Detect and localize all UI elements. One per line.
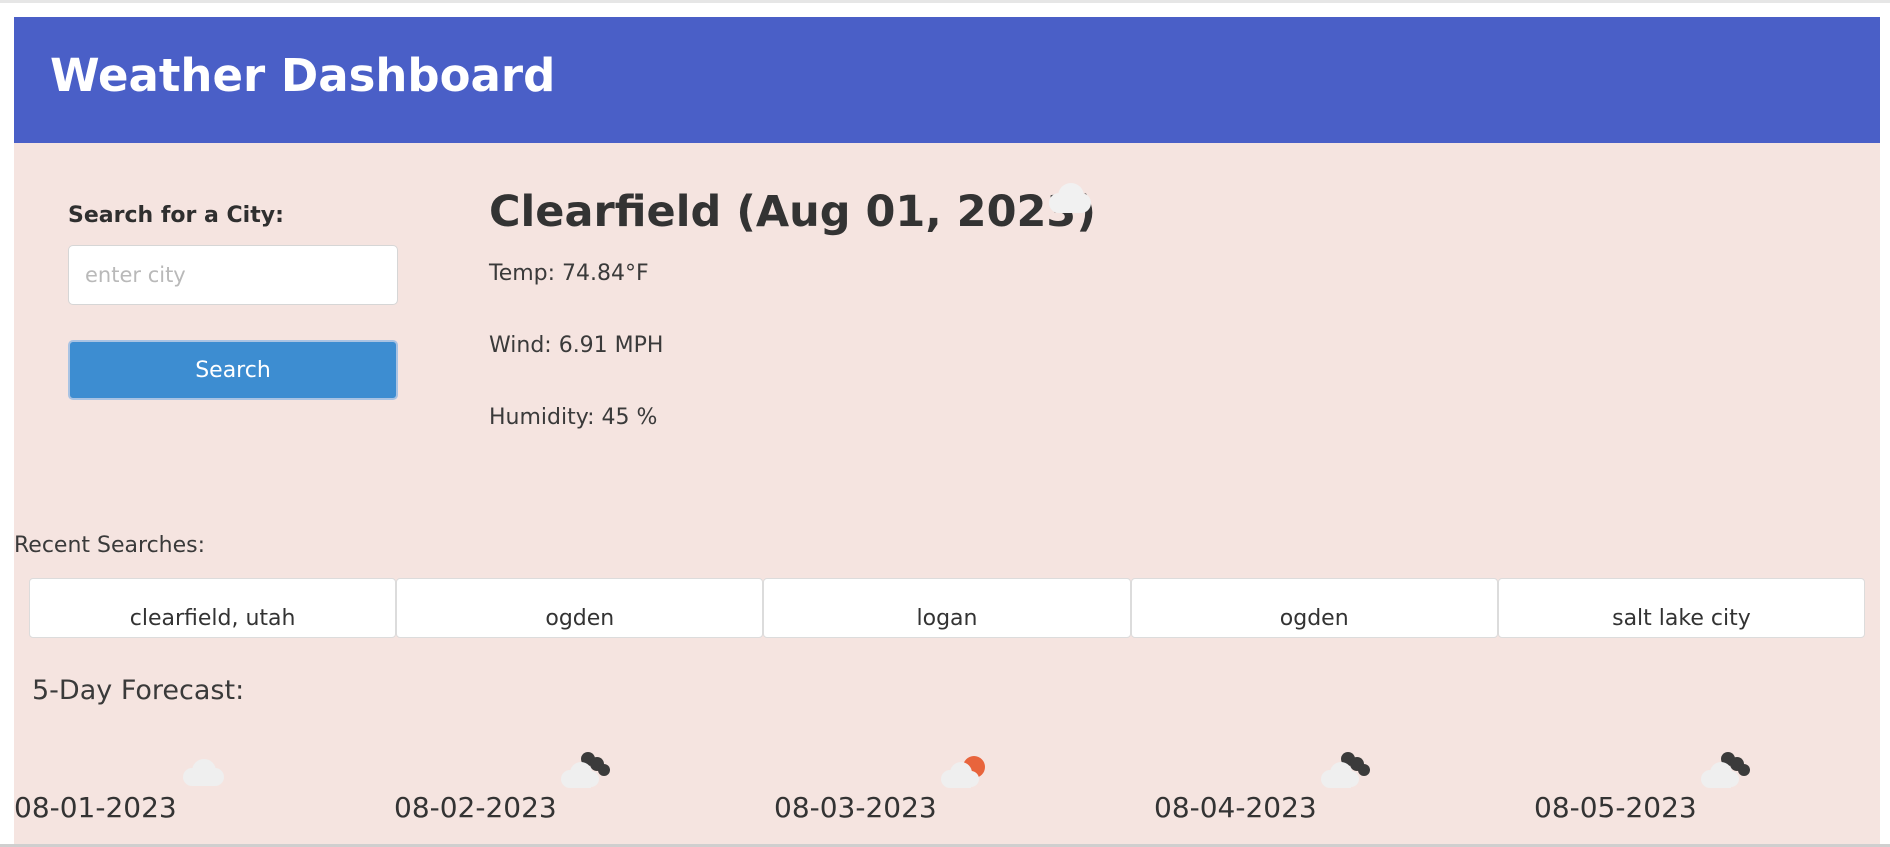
recent-search-item[interactable]: ogden bbox=[1130, 578, 1498, 638]
forecast-date: 08-03-2023 bbox=[774, 791, 937, 824]
current-weather: Clearfield (Aug 01, 2023) Temp: 74.84°F … bbox=[489, 177, 1789, 477]
recent-search-item[interactable]: clearfield, utah bbox=[29, 578, 397, 638]
search-input[interactable] bbox=[68, 245, 398, 305]
forecast-day: 08-03-2023 bbox=[774, 747, 1154, 827]
current-humidity: Humidity: 45 % bbox=[489, 405, 658, 430]
forecast-date: 08-05-2023 bbox=[1534, 791, 1697, 824]
forecast-day: 08-04-2023 bbox=[1154, 747, 1534, 827]
cloud-night-icon bbox=[1318, 747, 1374, 791]
page-title: Weather Dashboard bbox=[50, 49, 556, 102]
forecast-date: 08-01-2023 bbox=[14, 791, 177, 824]
recent-search-item[interactable]: salt lake city bbox=[1497, 578, 1866, 638]
window-top-border bbox=[0, 0, 1890, 3]
page-container: Weather Dashboard Search for a City: Sea… bbox=[14, 17, 1880, 847]
cloud-icon bbox=[178, 747, 234, 791]
current-wind: Wind: 6.91 MPH bbox=[489, 333, 664, 358]
recent-searches-label: Recent Searches: bbox=[14, 533, 206, 558]
current-city-title: Clearfield (Aug 01, 2023) bbox=[489, 187, 1096, 237]
cloud-night-icon bbox=[558, 747, 614, 791]
cloud-sun-icon bbox=[938, 747, 994, 791]
forecast-day: 08-01-2023 bbox=[14, 747, 394, 827]
app-header: Weather Dashboard bbox=[14, 17, 1880, 143]
current-temp: Temp: 74.84°F bbox=[489, 261, 649, 286]
cloud-icon bbox=[1045, 181, 1093, 215]
forecast-label: 5-Day Forecast: bbox=[32, 675, 245, 706]
forecast-date: 08-02-2023 bbox=[394, 791, 557, 824]
forecast-day: 08-05-2023 bbox=[1534, 747, 1880, 827]
search-button[interactable]: Search bbox=[68, 340, 398, 400]
forecast-day: 08-02-2023 bbox=[394, 747, 774, 827]
recent-searches-list: clearfield, utah ogden logan ogden salt … bbox=[29, 578, 1866, 638]
recent-search-item[interactable]: logan bbox=[763, 578, 1131, 638]
search-label: Search for a City: bbox=[68, 203, 284, 228]
forecast-date: 08-04-2023 bbox=[1154, 791, 1317, 824]
recent-search-item[interactable]: ogden bbox=[396, 578, 764, 638]
cloud-night-icon bbox=[1698, 747, 1754, 791]
